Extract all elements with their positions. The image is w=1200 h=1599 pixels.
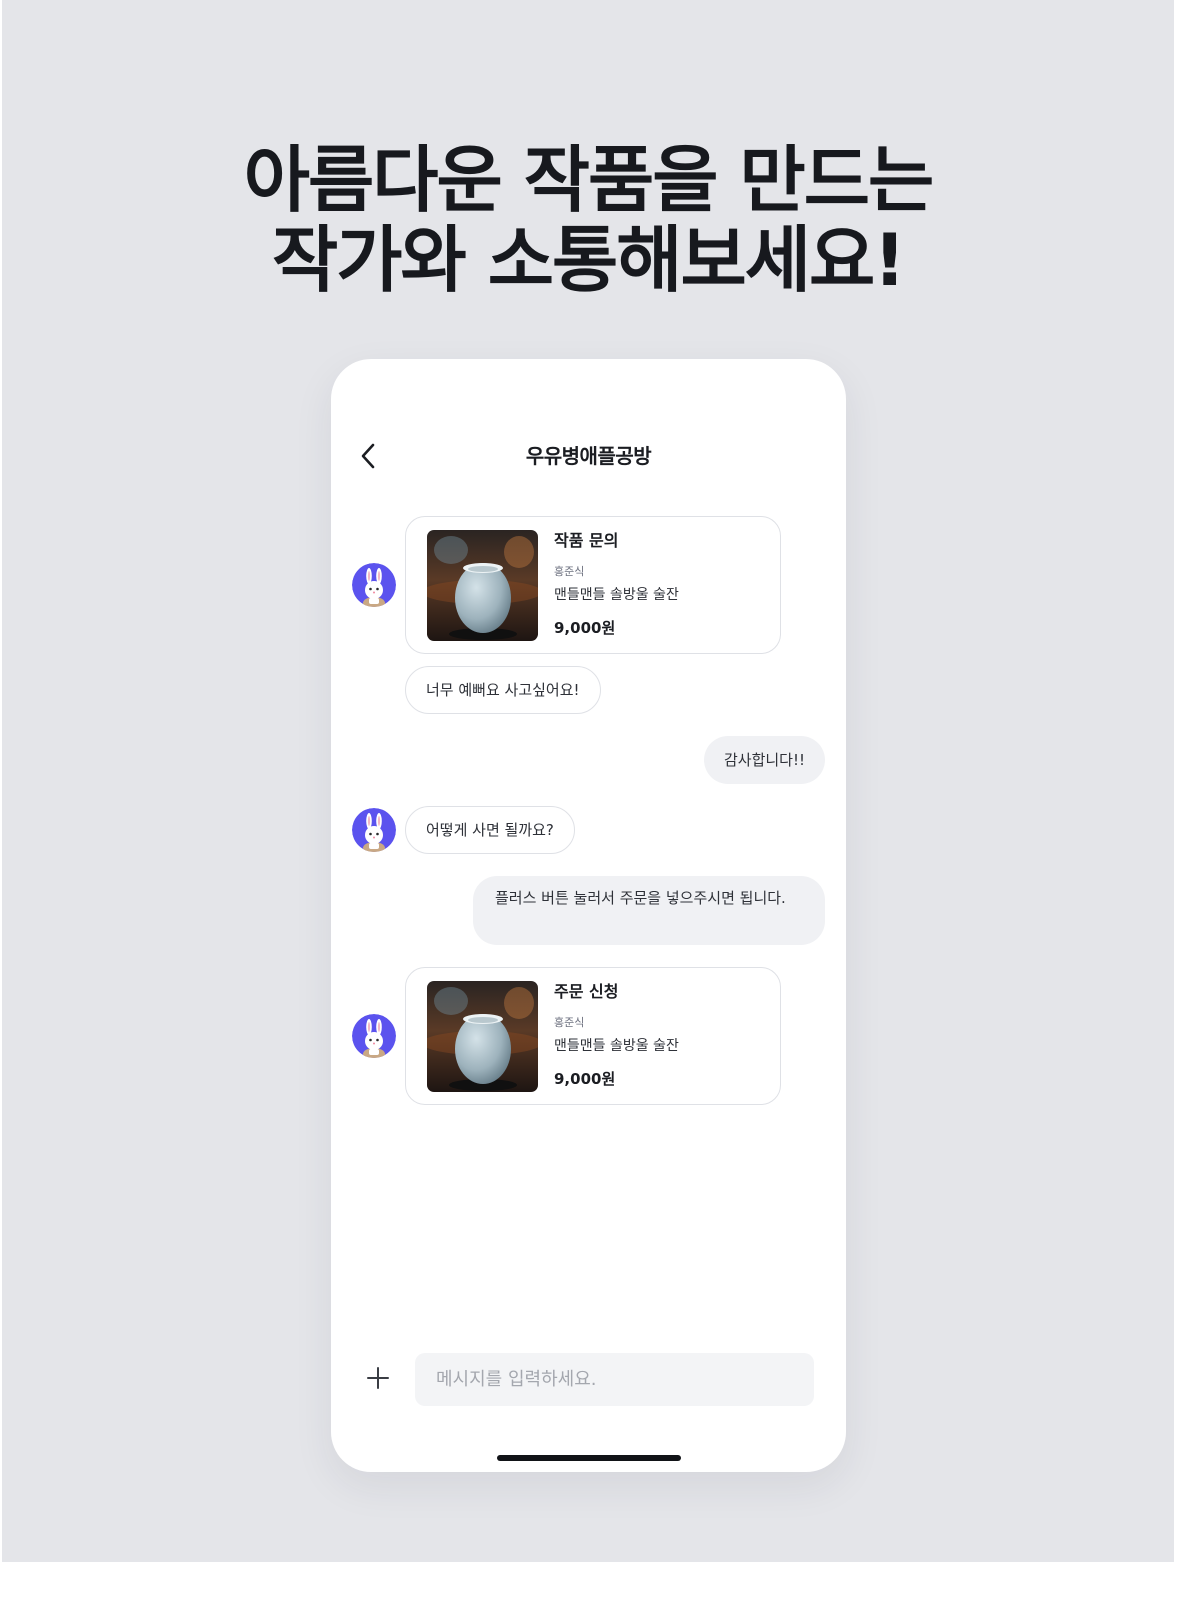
product-price: 9,000원 bbox=[554, 1070, 616, 1088]
card-title: 작품 문의 bbox=[554, 531, 619, 550]
phone-screen: 우유병애플공방 작품 문의 홍준식 맨들맨들 솔방울 술잔 9,000원 너무 … bbox=[331, 359, 846, 1472]
headline-line-1: 아름다운 작품을 만드는 bbox=[243, 138, 935, 222]
incoming-message: 너무 예뻐요 사고싶어요! bbox=[405, 666, 601, 714]
plus-button[interactable] bbox=[361, 1363, 395, 1397]
product-inquiry-card[interactable]: 작품 문의 홍준식 맨들맨들 솔방울 술잔 9,000원 bbox=[405, 516, 781, 654]
home-indicator bbox=[497, 1455, 681, 1461]
outgoing-message: 감사합니다!! bbox=[703, 736, 825, 784]
card-title: 주문 신청 bbox=[554, 982, 619, 1001]
message-input[interactable] bbox=[415, 1353, 814, 1406]
outgoing-message: 플러스 버튼 눌러서 주문을 넣으주시면 됩니다. bbox=[473, 876, 825, 945]
rabbit-avatar-icon[interactable] bbox=[352, 808, 396, 852]
artist-name: 홍준식 bbox=[554, 1016, 585, 1029]
incoming-message: 어떻게 사면 될까요? bbox=[405, 806, 575, 854]
rabbit-avatar-icon[interactable] bbox=[352, 1014, 396, 1058]
chat-title: 우유병애플공방 bbox=[525, 444, 652, 468]
artist-name: 홍준식 bbox=[554, 565, 585, 578]
product-name: 맨들맨들 솔방울 술잔 bbox=[554, 1038, 679, 1054]
product-image bbox=[427, 530, 538, 641]
product-image bbox=[427, 981, 538, 1092]
rabbit-avatar-icon[interactable] bbox=[352, 563, 396, 607]
product-price: 9,000원 bbox=[554, 619, 616, 637]
order-request-card[interactable]: 주문 신청 홍준식 맨들맨들 솔방울 술잔 9,000원 bbox=[405, 967, 781, 1105]
headline-line-2: 작가와 소통해보세요! bbox=[271, 218, 906, 302]
plus-icon bbox=[367, 1367, 389, 1393]
product-name: 맨들맨들 솔방울 술잔 bbox=[554, 587, 679, 603]
